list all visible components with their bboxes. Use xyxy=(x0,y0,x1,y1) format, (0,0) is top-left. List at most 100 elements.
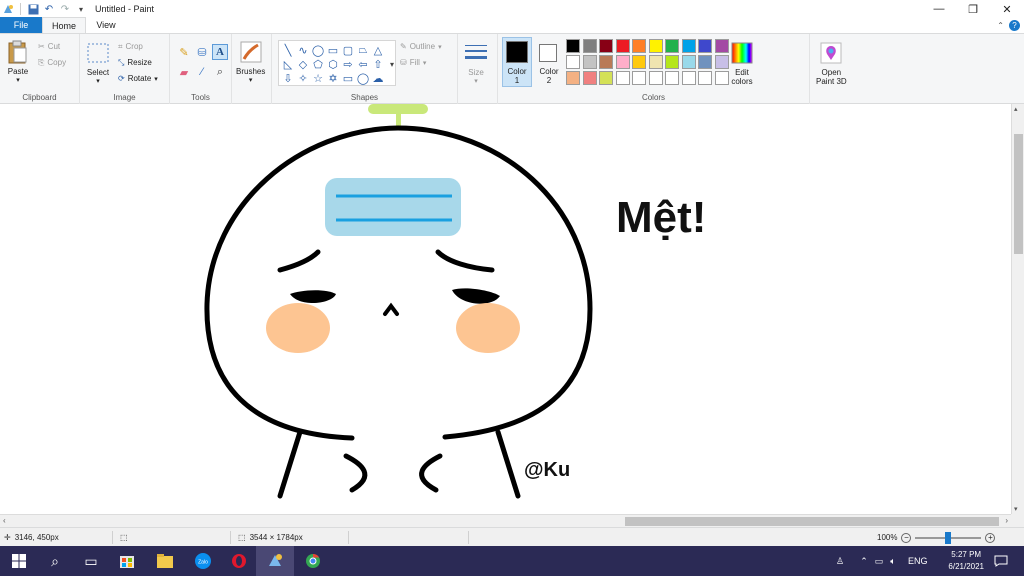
triangle-shape-icon[interactable]: △ xyxy=(371,43,385,57)
horizontal-scroll-thumb[interactable] xyxy=(625,517,999,526)
polygon-shape-icon[interactable]: ⏢ xyxy=(356,43,370,57)
palette-swatch[interactable] xyxy=(698,39,712,53)
down-arrow-shape-icon[interactable]: ⇩ xyxy=(281,71,295,85)
text-tool-icon[interactable]: A xyxy=(212,44,228,60)
palette-swatch[interactable] xyxy=(632,71,646,85)
scroll-left-icon[interactable]: ‹ xyxy=(3,516,6,525)
start-windows-icon[interactable] xyxy=(0,546,38,576)
eraser-icon[interactable]: ▰ xyxy=(176,64,192,80)
search-icon[interactable]: ⌕ xyxy=(36,546,74,576)
restore-button[interactable]: ❐ xyxy=(956,0,990,18)
palette-swatch[interactable] xyxy=(681,55,696,69)
undo-icon[interactable]: ↶ xyxy=(43,3,55,15)
palette-swatch[interactable] xyxy=(648,55,663,69)
diamond-shape-icon[interactable]: ◇ xyxy=(296,57,310,71)
oval-shape-icon[interactable]: ◯ xyxy=(311,43,325,57)
tab-view[interactable]: View xyxy=(86,17,126,33)
palette-swatch[interactable] xyxy=(582,71,597,85)
rectangle-shape-icon[interactable]: ▭ xyxy=(326,43,340,57)
cut-button[interactable]: ✂ Cut xyxy=(38,40,60,53)
fill-button[interactable]: ⛁ Fill ▾ xyxy=(400,56,426,69)
callout-oval-shape-icon[interactable]: ◯ xyxy=(356,71,370,85)
palette-swatch[interactable] xyxy=(632,39,646,53)
palette-swatch[interactable] xyxy=(648,71,663,85)
copy-button[interactable]: ⎘ Copy xyxy=(38,56,66,69)
palette-swatch[interactable] xyxy=(714,55,729,69)
color2-swatch[interactable] xyxy=(539,44,557,62)
magnifier-icon[interactable]: ⌕ xyxy=(212,64,228,80)
palette-swatch[interactable] xyxy=(615,39,630,53)
language-indicator[interactable]: ENG xyxy=(908,556,928,566)
callout-cloud-shape-icon[interactable]: ☁ xyxy=(371,71,385,85)
callout-rect-shape-icon[interactable]: ▭ xyxy=(341,71,355,85)
pencil-icon[interactable]: ✎ xyxy=(176,44,192,60)
palette-swatch[interactable] xyxy=(648,39,663,53)
scroll-up-icon[interactable]: ▴ xyxy=(1014,105,1018,113)
open-paint3d-button[interactable]: Open Paint 3D xyxy=(816,40,847,86)
palette-swatch[interactable] xyxy=(632,55,646,69)
zoom-slider-thumb[interactable] xyxy=(945,531,952,544)
palette-swatch[interactable] xyxy=(599,55,613,69)
palette-swatch[interactable] xyxy=(681,71,696,85)
palette-swatch[interactable] xyxy=(566,39,580,53)
right-arrow-shape-icon[interactable]: ⇨ xyxy=(341,57,355,71)
vertical-scrollbar[interactable]: ▴ ▾ xyxy=(1011,104,1024,514)
tab-file[interactable]: File xyxy=(0,17,42,33)
notifications-icon[interactable] xyxy=(986,546,1016,576)
curve-shape-icon[interactable]: ∿ xyxy=(296,43,310,57)
volume-icon[interactable]: 🔈︎ xyxy=(886,556,900,567)
palette-swatch[interactable] xyxy=(566,71,580,85)
brushes-button[interactable]: Brushes ▾ xyxy=(236,39,265,84)
six-point-star-shape-icon[interactable]: ✡ xyxy=(326,71,340,85)
scroll-right-icon[interactable]: › xyxy=(1005,516,1008,525)
palette-swatch[interactable] xyxy=(665,71,679,85)
save-icon[interactable] xyxy=(27,3,39,15)
palette-swatch[interactable] xyxy=(665,55,679,69)
people-icon[interactable]: ♙ xyxy=(830,556,850,567)
palette-swatch[interactable] xyxy=(714,71,729,85)
select-button[interactable]: Select ▾ xyxy=(86,40,110,85)
pentagon-shape-icon[interactable]: ⬠ xyxy=(311,57,325,71)
tab-home[interactable]: Home xyxy=(42,17,86,33)
palette-swatch[interactable] xyxy=(714,39,729,53)
customize-qat-icon[interactable]: ▾ xyxy=(75,3,87,15)
size-button[interactable]: Size ▾ xyxy=(464,40,488,85)
collapse-ribbon-icon[interactable]: ⌃ xyxy=(997,21,1004,30)
task-view-icon[interactable]: ▭ xyxy=(72,546,110,576)
zoom-out-icon[interactable]: − xyxy=(901,532,912,543)
four-point-star-shape-icon[interactable]: ✧ xyxy=(296,71,310,85)
drawing-canvas[interactable]: Mệt! @Ku xyxy=(0,104,1011,514)
palette-swatch[interactable] xyxy=(698,71,712,85)
paste-button[interactable]: Paste ▾ xyxy=(6,39,30,84)
rounded-rectangle-shape-icon[interactable]: ▢ xyxy=(341,43,355,57)
minimize-button[interactable]: — xyxy=(922,0,956,18)
help-icon[interactable]: ? xyxy=(1009,20,1020,31)
palette-swatch[interactable] xyxy=(698,55,712,69)
palette-swatch[interactable] xyxy=(582,55,597,69)
right-triangle-shape-icon[interactable]: ◺ xyxy=(281,57,295,71)
line-shape-icon[interactable]: ╲ xyxy=(281,43,295,57)
outline-button[interactable]: ✎ Outline ▾ xyxy=(400,40,442,53)
redo-icon[interactable]: ↷ xyxy=(59,3,71,15)
horizontal-scrollbar[interactable]: ‹ › xyxy=(0,514,1011,527)
palette-swatch[interactable] xyxy=(582,39,597,53)
taskbar-clock[interactable]: 5:27 PM 6/21/2021 xyxy=(948,549,984,573)
zalo-app-icon[interactable]: Zalo xyxy=(184,546,222,576)
up-arrow-shape-icon[interactable]: ⇧ xyxy=(371,57,385,71)
file-explorer-icon[interactable] xyxy=(146,546,184,576)
vertical-scroll-thumb[interactable] xyxy=(1014,134,1023,254)
edit-colors-button[interactable]: Edit colors xyxy=(730,40,754,86)
resize-button[interactable]: ⤡ Resize xyxy=(118,56,152,69)
palette-swatch[interactable] xyxy=(599,39,613,53)
rotate-button[interactable]: ⟳ Rotate ▾ xyxy=(118,72,158,85)
paint-taskbar-icon[interactable] xyxy=(256,546,294,576)
shapes-scroll-icon[interactable]: ▾ xyxy=(385,57,399,71)
palette-swatch[interactable] xyxy=(566,55,580,69)
zoom-slider[interactable] xyxy=(915,531,982,544)
fill-bucket-icon[interactable]: ⛁ xyxy=(194,44,210,60)
five-point-star-shape-icon[interactable]: ☆ xyxy=(311,71,325,85)
network-icon[interactable]: ▭ xyxy=(872,556,886,567)
color-picker-icon[interactable]: ⁄ xyxy=(194,64,210,80)
store-app-icon[interactable] xyxy=(108,546,146,576)
show-hidden-icons-chevron-icon[interactable]: ⌃ xyxy=(856,556,872,567)
